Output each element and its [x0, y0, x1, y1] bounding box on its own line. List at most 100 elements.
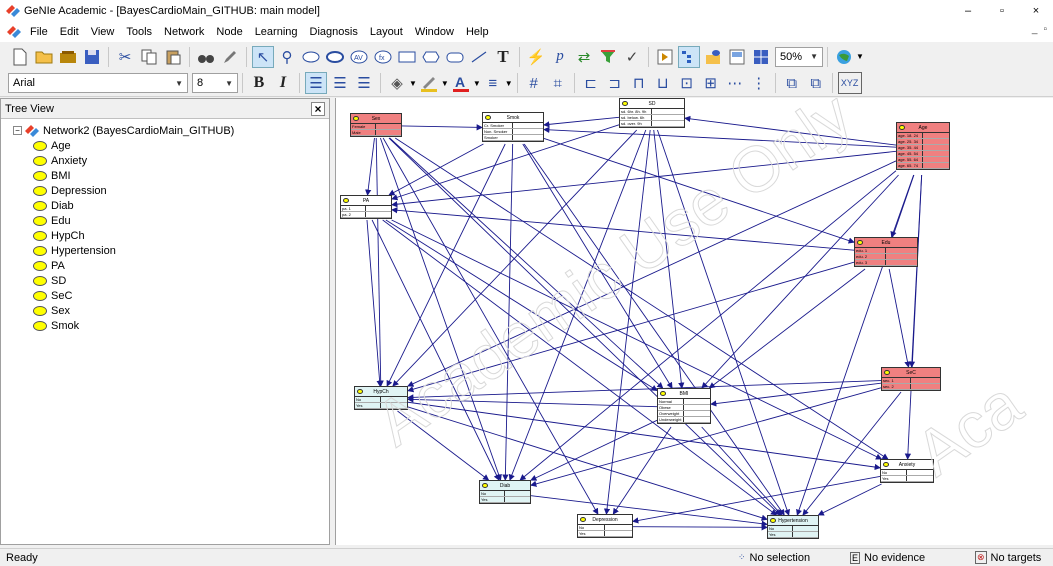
strength-icon[interactable]: ✓ [621, 46, 643, 68]
bn-node-hypch[interactable]: HypCh No Yes [354, 386, 408, 410]
arc-anxiety-to-hypertension[interactable] [817, 483, 882, 516]
tree-item[interactable]: Sex [13, 303, 329, 318]
paste-icon[interactable] [162, 46, 184, 68]
bn-node-diab[interactable]: Diab No Yes [479, 480, 531, 504]
bn-node-sd[interactable]: SD sd. 6hr. 8h. 9h sd. below. 6h sd. over. … [619, 98, 685, 128]
bn-node-sex[interactable]: Sex Female Male [350, 113, 402, 137]
network-canvas[interactable]: Sex Female Male Smok Cr. Smoker Non. Smoker Sm… [335, 98, 1053, 545]
menu-learning[interactable]: Learning [249, 22, 304, 42]
open-folder-icon[interactable] [33, 46, 55, 68]
menu-window[interactable]: Window [409, 22, 460, 42]
align-nodes-middle-icon[interactable]: ⊞ [700, 72, 722, 94]
menu-help[interactable]: Help [460, 22, 495, 42]
tree-item[interactable]: Smok [13, 318, 329, 333]
arc-hypch-to-diab[interactable] [397, 410, 490, 481]
bn-node-sec[interactable]: SeC sec. 1 sec. 2 [881, 367, 941, 391]
arc-sex-to-diab[interactable] [379, 137, 502, 481]
font-size-select[interactable]: 8 ▼ [192, 73, 238, 93]
arrows-icon[interactable]: ⇄ [573, 46, 595, 68]
bold-button[interactable]: B [248, 72, 270, 94]
tree-item[interactable]: Depression [13, 183, 329, 198]
save-icon[interactable] [81, 46, 103, 68]
tree-root[interactable]: − Network2 (BayesCardioMain_GITHUB) [13, 123, 329, 138]
tree-item[interactable]: Age [13, 138, 329, 153]
menu-diagnosis[interactable]: Diagnosis [304, 22, 364, 42]
tree-item[interactable]: SeC [13, 288, 329, 303]
arc-pa-to-anxiety[interactable] [391, 219, 883, 460]
collapse-icon[interactable]: − [13, 126, 22, 135]
bn-node-depression[interactable]: Depression No Yes [577, 514, 633, 538]
arc-hypch-to-anxiety[interactable] [407, 401, 881, 471]
arc-age-to-anxiety[interactable] [904, 174, 923, 460]
node-properties-icon[interactable] [702, 46, 724, 68]
submodel-icon[interactable] [444, 46, 466, 68]
menu-view[interactable]: View [85, 22, 121, 42]
menu-file[interactable]: File [24, 22, 54, 42]
tree-item[interactable]: PA [13, 258, 329, 273]
bn-node-edu[interactable]: Edu edu. 1 edu. 2 edu. 3 [854, 237, 918, 267]
line-color-icon[interactable] [418, 72, 440, 94]
arc-smok-to-diab[interactable] [502, 143, 514, 481]
arc-diab-to-hypertension[interactable] [530, 495, 768, 527]
align-nodes-left-icon[interactable]: ⊏ [580, 72, 602, 94]
arc-sd-to-hypertension[interactable] [657, 129, 790, 516]
close-button[interactable]: × [1019, 0, 1053, 22]
arc-anxiety-to-depression[interactable] [632, 475, 881, 524]
find-icon[interactable] [195, 46, 217, 68]
text-tool-icon[interactable]: T [492, 46, 514, 68]
align-nodes-right-icon[interactable]: ⊐ [604, 72, 626, 94]
line-width-icon[interactable]: ≡ [482, 72, 504, 94]
fill-dropdown-icon[interactable]: ▼ [409, 79, 417, 88]
copy-icon[interactable] [138, 46, 160, 68]
align-left-icon[interactable]: ☰ [305, 72, 327, 94]
bn-node-anxiety[interactable]: Anxiety No Yes [880, 459, 934, 483]
bring-front-icon[interactable]: ⧉ [781, 72, 803, 94]
send-back-icon[interactable]: ⧉ [805, 72, 827, 94]
tree-item[interactable]: Hypertension [13, 243, 329, 258]
equation-node-icon[interactable]: fx [372, 46, 394, 68]
globe-dropdown-icon[interactable]: ▼ [856, 52, 864, 61]
tree-item[interactable]: HypCh [13, 228, 329, 243]
menu-layout[interactable]: Layout [364, 22, 409, 42]
arc-depression-to-hypertension[interactable] [632, 524, 768, 531]
bn-node-hypertension[interactable]: Hypertension No Yes [767, 515, 819, 539]
bn-node-pa[interactable]: PA pa. 1 pa. 2 [340, 195, 392, 219]
close-icon[interactable]: × [311, 101, 325, 116]
menu-network[interactable]: Network [158, 22, 210, 42]
font-color-dropdown-icon[interactable]: ▼ [473, 79, 481, 88]
snap-grid-icon[interactable]: ⌗ [547, 72, 569, 94]
arc-sex-to-bmi[interactable] [389, 137, 664, 389]
arc-sd-to-smok[interactable] [543, 116, 620, 128]
open-network-icon[interactable] [57, 46, 79, 68]
bn-node-bmi[interactable]: BMI Normal Obese Overweight Underweight [657, 388, 711, 424]
arc-edu-to-bmi[interactable] [708, 268, 866, 389]
tree-item[interactable]: Edu [13, 213, 329, 228]
update-icon[interactable]: ⚡ [525, 46, 547, 68]
arc-pa-to-hypertension[interactable] [382, 219, 778, 516]
arc-age-to-pa[interactable] [391, 150, 897, 208]
line-width-dropdown-icon[interactable]: ▼ [505, 79, 513, 88]
align-right-icon[interactable]: ☰ [353, 72, 375, 94]
arc-age-to-sd[interactable] [684, 115, 897, 146]
globe-icon[interactable] [833, 46, 855, 68]
restore-button[interactable]: ▫ [985, 0, 1019, 22]
distribute-vertical-icon[interactable]: ⋮ [748, 72, 770, 94]
cut-icon[interactable]: ✂ [114, 46, 136, 68]
deterministic-node-icon[interactable] [324, 46, 346, 68]
arc-sd-to-depression[interactable] [603, 129, 651, 515]
new-file-icon[interactable] [9, 46, 31, 68]
select-pointer-icon[interactable]: ↖ [252, 45, 274, 68]
arc-sec-to-bmi[interactable] [710, 382, 882, 407]
tree-item[interactable]: BMI [13, 168, 329, 183]
arc-sex-to-hypertension[interactable] [388, 137, 781, 516]
align-nodes-center-icon[interactable]: ⊡ [676, 72, 698, 94]
fill-color-icon[interactable]: ◈ [386, 72, 408, 94]
network-properties-icon[interactable] [726, 46, 748, 68]
align-nodes-bottom-icon[interactable]: ⊔ [652, 72, 674, 94]
arc-tool-icon[interactable] [468, 46, 490, 68]
tree-item[interactable]: Anxiety [13, 153, 329, 168]
menu-tools[interactable]: Tools [120, 22, 158, 42]
arc-edu-to-sec[interactable] [888, 268, 911, 368]
arc-age-to-hypch[interactable] [407, 160, 897, 387]
arc-sd-to-hypch[interactable] [392, 129, 638, 387]
